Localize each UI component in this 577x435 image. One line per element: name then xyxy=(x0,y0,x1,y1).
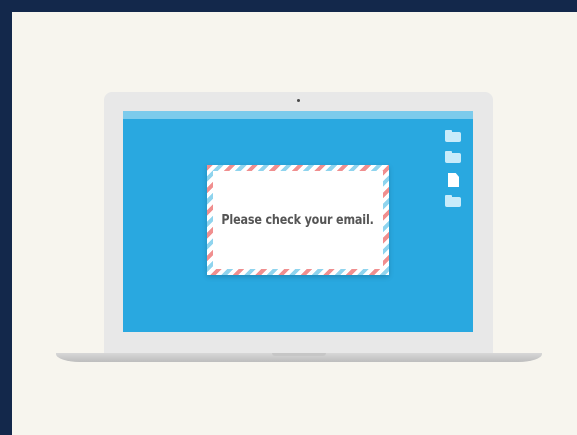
document-icon[interactable] xyxy=(448,173,459,187)
folder-icon[interactable] xyxy=(445,151,461,163)
laptop-screen: Please check your email. xyxy=(123,111,473,332)
folder-icon[interactable] xyxy=(445,195,461,207)
envelope-body: Please check your email. xyxy=(213,171,383,269)
background-panel: Please check your email. xyxy=(12,12,577,435)
email-envelope-dialog: Please check your email. xyxy=(207,165,389,275)
laptop-base xyxy=(56,353,542,362)
folder-icon[interactable] xyxy=(445,130,461,142)
check-email-message: Please check your email. xyxy=(221,212,375,228)
screen-menu-bar xyxy=(123,111,473,119)
laptop-lid: Please check your email. xyxy=(104,92,493,358)
laptop-base-notch xyxy=(272,353,326,356)
webcam-icon xyxy=(297,99,300,102)
